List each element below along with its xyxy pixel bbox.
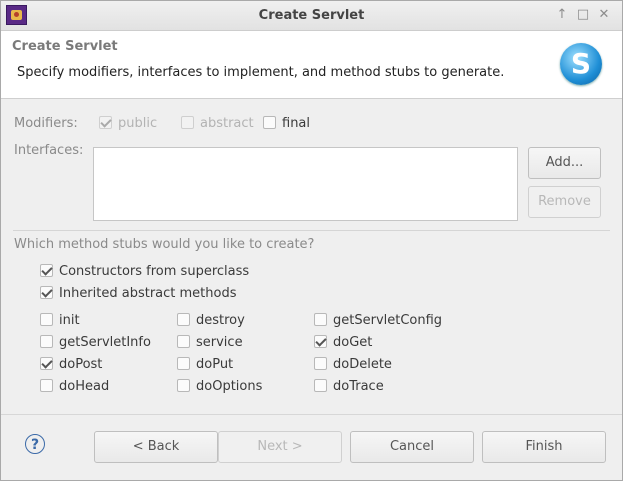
abstract-label: abstract bbox=[200, 116, 254, 131]
public-label: public bbox=[118, 116, 158, 131]
dopost-checkbox[interactable] bbox=[40, 357, 53, 370]
public-checkbox[interactable] bbox=[99, 116, 112, 129]
pin-icon[interactable]: ↑ bbox=[554, 6, 570, 24]
add-interface-button[interactable]: Add... bbox=[528, 147, 601, 179]
service-checkbox[interactable] bbox=[177, 335, 190, 348]
next-button[interactable]: Next > bbox=[218, 431, 342, 463]
method-label-dohead: doHead bbox=[59, 379, 110, 394]
section-divider bbox=[13, 230, 610, 231]
constructors-checkbox[interactable] bbox=[40, 264, 53, 277]
dodelete-checkbox[interactable] bbox=[314, 357, 327, 370]
inherited-label: Inherited abstract methods bbox=[59, 286, 237, 301]
method-label-doput: doPut bbox=[196, 357, 234, 372]
getservletinfo-checkbox[interactable] bbox=[40, 335, 53, 348]
method-label-dopost: doPost bbox=[59, 357, 103, 372]
close-icon[interactable]: ✕ bbox=[596, 6, 612, 24]
remove-interface-button[interactable]: Remove bbox=[528, 186, 601, 218]
method-label-getservletinfo: getServletInfo bbox=[59, 335, 151, 350]
title-bar[interactable]: Create Servlet ↑ □ ✕ bbox=[1, 1, 622, 31]
window-title: Create Servlet bbox=[258, 8, 365, 23]
footer-divider bbox=[1, 414, 622, 415]
help-icon[interactable]: ? bbox=[25, 434, 45, 454]
servlet-logo-icon: S bbox=[560, 43, 602, 85]
final-label: final bbox=[282, 116, 311, 131]
getservletconfig-checkbox[interactable] bbox=[314, 313, 327, 326]
doput-checkbox[interactable] bbox=[177, 357, 190, 370]
inherited-checkbox[interactable] bbox=[40, 286, 53, 299]
interfaces-list[interactable] bbox=[93, 147, 518, 221]
abstract-checkbox[interactable] bbox=[181, 116, 194, 129]
interfaces-label: Interfaces: bbox=[14, 143, 84, 158]
destroy-checkbox[interactable] bbox=[177, 313, 190, 326]
final-checkbox[interactable] bbox=[263, 116, 276, 129]
init-checkbox[interactable] bbox=[40, 313, 53, 326]
wizard-banner: Create Servlet Specify modifiers, interf… bbox=[1, 31, 622, 99]
dooptions-checkbox[interactable] bbox=[177, 379, 190, 392]
dohead-checkbox[interactable] bbox=[40, 379, 53, 392]
maximize-icon[interactable]: □ bbox=[575, 6, 591, 24]
dotrace-checkbox[interactable] bbox=[314, 379, 327, 392]
cancel-button[interactable]: Cancel bbox=[350, 431, 474, 463]
stubs-question: Which method stubs would you like to cre… bbox=[14, 237, 315, 252]
page-title: Create Servlet bbox=[12, 39, 118, 54]
method-label-doget: doGet bbox=[333, 335, 373, 350]
method-label-init: init bbox=[59, 313, 80, 328]
finish-button[interactable]: Finish bbox=[482, 431, 606, 463]
page-description: Specify modifiers, interfaces to impleme… bbox=[17, 65, 505, 80]
method-label-dodelete: doDelete bbox=[333, 357, 392, 372]
modifiers-label: Modifiers: bbox=[14, 116, 78, 131]
method-label-service: service bbox=[196, 335, 243, 350]
method-label-destroy: destroy bbox=[196, 313, 245, 328]
back-button[interactable]: < Back bbox=[94, 431, 218, 463]
method-label-dooptions: doOptions bbox=[196, 379, 263, 394]
doget-checkbox[interactable] bbox=[314, 335, 327, 348]
method-label-dotrace: doTrace bbox=[333, 379, 384, 394]
create-servlet-dialog: Create Servlet ↑ □ ✕ Create Servlet Spec… bbox=[0, 0, 623, 481]
constructors-label: Constructors from superclass bbox=[59, 264, 250, 279]
method-label-getservletconfig: getServletConfig bbox=[333, 313, 443, 328]
